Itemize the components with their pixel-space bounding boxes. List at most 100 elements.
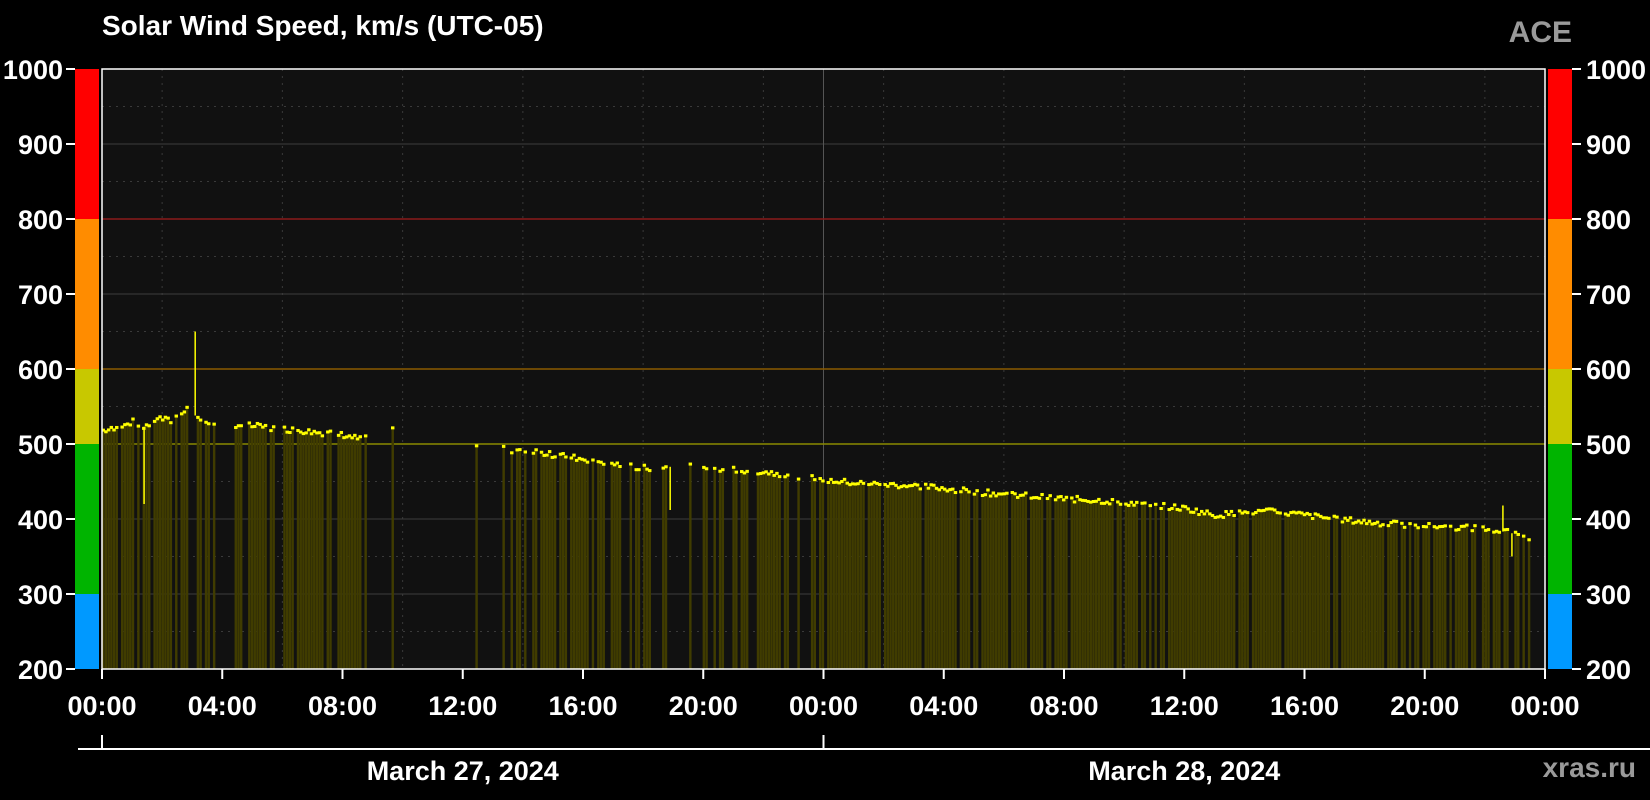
speed-bar (924, 484, 927, 669)
y-tick-label: 400 (1586, 505, 1631, 535)
speed-bar (764, 471, 768, 669)
speed-bar (902, 485, 906, 669)
speed-bar (1462, 526, 1466, 669)
speed-bar (810, 475, 814, 669)
speed-bar (502, 446, 505, 669)
speed-bar (302, 433, 305, 669)
speed-point (282, 425, 287, 429)
color-scale-segment (75, 594, 99, 669)
speed-bar (1149, 505, 1152, 669)
speed-point (269, 429, 273, 433)
speed-bar (1046, 498, 1049, 669)
speed-bar (959, 491, 963, 669)
speed-point (1394, 519, 1399, 523)
y-tick-label: 1000 (3, 55, 63, 85)
speed-bar (1427, 523, 1431, 669)
speed-bar (291, 427, 294, 669)
y-tick-label: 800 (1586, 205, 1631, 235)
solar-wind-chart: 200 300 400 500 600 700 800 900 1000 200 300 400 50… (3, 55, 1650, 786)
speed-point (166, 416, 170, 420)
speed-bar (851, 483, 854, 669)
speed-point (1470, 529, 1474, 533)
speed-point (664, 465, 668, 469)
speed-bar (107, 429, 110, 669)
speed-bar (553, 456, 557, 669)
speed-bar (112, 429, 116, 669)
speed-bar (886, 486, 890, 669)
speed-bar (840, 481, 844, 669)
speed-bar (1192, 512, 1195, 669)
speed-bar (561, 453, 565, 669)
speed-point (1245, 511, 1250, 515)
speed-point (539, 450, 544, 454)
speed-point (886, 484, 890, 488)
speed-bar (992, 492, 995, 669)
speed-bar (153, 421, 156, 669)
speed-point (810, 474, 814, 478)
speed-bar (1381, 524, 1385, 669)
speed-point (328, 429, 333, 433)
speed-bar (1048, 495, 1052, 669)
speed-bar (1251, 513, 1255, 669)
speed-point (1402, 525, 1407, 529)
speed-bar (797, 479, 800, 669)
speed-point (545, 453, 549, 457)
speed-bar (250, 426, 254, 669)
speed-bar (827, 482, 830, 669)
speed-bar (283, 427, 286, 669)
speed-point (975, 489, 979, 493)
speed-bar (288, 432, 292, 669)
speed-bar (131, 419, 135, 669)
speed-point (1232, 514, 1236, 518)
speed-point (972, 492, 977, 496)
x-tick-label: 04:00 (909, 691, 978, 721)
speed-bar (104, 431, 108, 669)
speed-bar (856, 483, 860, 669)
speed-bar (775, 473, 779, 669)
speed-bar (1362, 520, 1366, 669)
speed-point (569, 456, 574, 460)
speed-point (1516, 532, 1520, 536)
speed-bar (935, 488, 938, 669)
speed-bar (783, 476, 787, 669)
speed-point (1224, 510, 1228, 514)
speed-bar (1089, 502, 1092, 669)
speed-point (1202, 512, 1207, 516)
speed-bar (1173, 504, 1176, 669)
speed-point (829, 477, 833, 481)
speed-bar (145, 424, 148, 669)
speed-bar (951, 489, 955, 669)
speed-point (564, 455, 568, 459)
speed-bar (616, 463, 619, 669)
speed-point (1045, 497, 1050, 501)
speed-bar (1181, 506, 1184, 669)
speed-bar (1214, 517, 1217, 669)
x-tick-label: 12:00 (428, 691, 497, 721)
speed-bar (570, 457, 573, 669)
speed-bar (296, 430, 300, 669)
speed-bar (564, 456, 568, 669)
speed-bar (835, 482, 838, 669)
speed-point (1040, 492, 1044, 496)
speed-point (1221, 515, 1226, 519)
speed-point (572, 453, 576, 457)
speed-point (1135, 500, 1139, 504)
speed-bar (272, 426, 275, 669)
speed-bar (1278, 513, 1282, 669)
speed-point (353, 433, 357, 437)
speed-bar (1416, 527, 1420, 669)
speed-point (1327, 516, 1331, 520)
speed-bar (908, 485, 911, 669)
speed-bar (870, 484, 873, 669)
speed-bar (1308, 514, 1312, 669)
speed-bar (1132, 505, 1136, 669)
speed-point (648, 469, 652, 473)
speed-bar (572, 455, 576, 669)
speed-point (1386, 524, 1391, 528)
speed-bar (1189, 512, 1193, 669)
date-label: March 27, 2024 (367, 756, 559, 786)
speed-point (1143, 501, 1147, 505)
speed-bar (199, 420, 202, 669)
speed-bar (862, 483, 865, 669)
speed-point (1465, 523, 1469, 527)
